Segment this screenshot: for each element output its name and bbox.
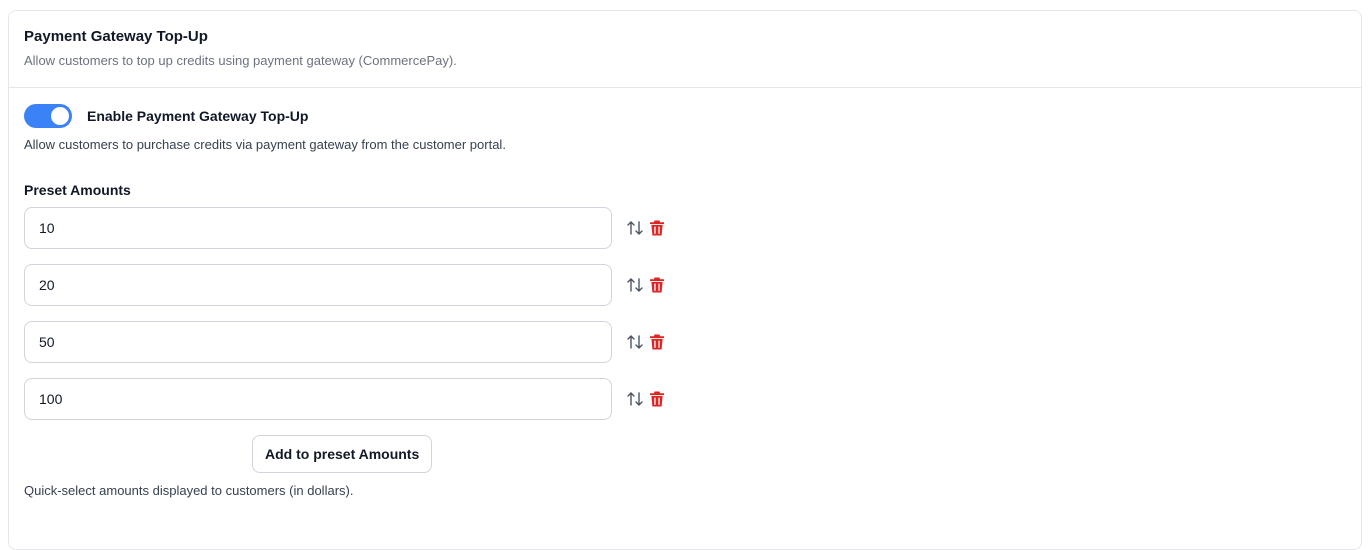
preset-amount-row <box>24 321 1361 363</box>
trash-icon[interactable] <box>648 219 666 237</box>
card-title: Payment Gateway Top-Up <box>24 28 208 45</box>
arrows-up-down-icon[interactable] <box>626 333 644 351</box>
card-subtitle: Allow customers to top up credits using … <box>24 53 457 68</box>
arrows-up-down-icon[interactable] <box>626 390 644 408</box>
arrows-up-down-icon[interactable] <box>626 219 644 237</box>
trash-icon[interactable] <box>648 390 666 408</box>
add-preset-amount-button[interactable]: Add to preset Amounts <box>252 435 433 473</box>
payment-gateway-card: Payment Gateway Top-Up Allow customers t… <box>8 10 1362 550</box>
preset-amount-input[interactable] <box>24 378 612 420</box>
preset-amount-row <box>24 378 1361 420</box>
preset-amount-list <box>24 207 1361 420</box>
card-header: Payment Gateway Top-Up Allow customers t… <box>9 11 1361 88</box>
preset-amount-input[interactable] <box>24 321 612 363</box>
trash-icon[interactable] <box>648 333 666 351</box>
enable-toggle-label: Enable Payment Gateway Top-Up <box>87 108 309 124</box>
arrows-up-down-icon[interactable] <box>626 276 644 294</box>
preset-amount-input[interactable] <box>24 264 612 306</box>
preset-amount-row <box>24 207 1361 249</box>
enable-toggle-description: Allow customers to purchase credits via … <box>24 137 506 152</box>
preset-amount-input[interactable] <box>24 207 612 249</box>
toggle-knob <box>51 107 69 125</box>
enable-toggle-row: Enable Payment Gateway Top-Up <box>24 104 1361 128</box>
preset-amount-row <box>24 264 1361 306</box>
enable-payment-gateway-toggle[interactable] <box>24 104 72 128</box>
card-body: Enable Payment Gateway Top-Up Allow cust… <box>9 88 1361 499</box>
preset-helper-text: Quick-select amounts displayed to custom… <box>24 483 354 498</box>
preset-amounts-label: Preset Amounts <box>24 182 131 198</box>
add-preset-row: Add to preset Amounts <box>24 435 1361 473</box>
trash-icon[interactable] <box>648 276 666 294</box>
